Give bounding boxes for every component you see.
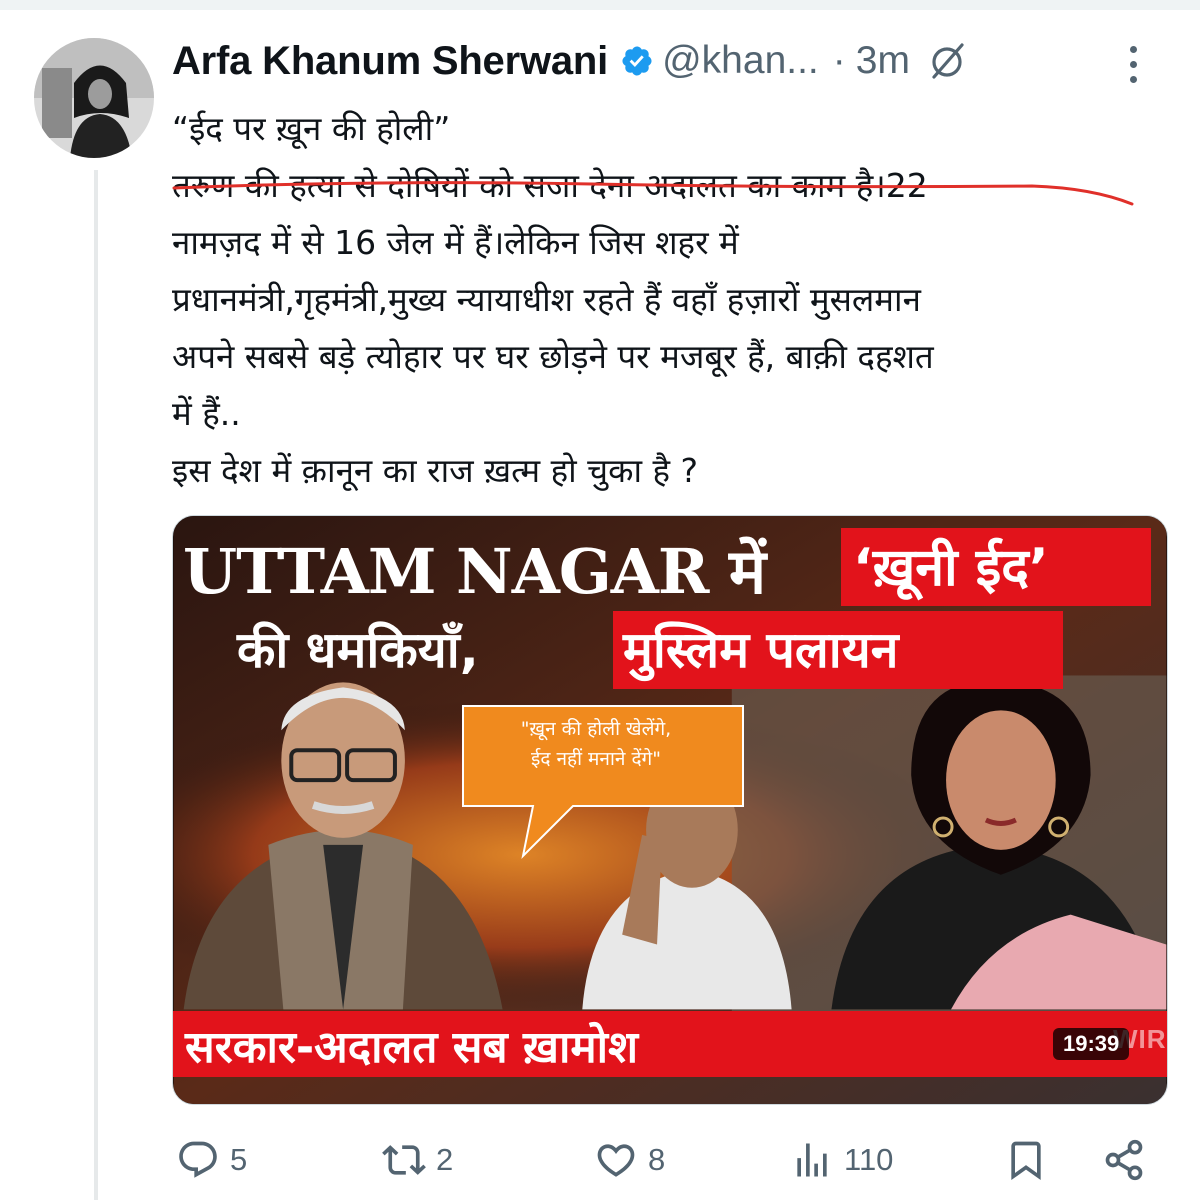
avatar-image — [34, 38, 154, 158]
video-thumbnail[interactable]: UTTAM NAGAR में ‘ख़ूनी ईद’ की धमकियाँ, म… — [172, 515, 1168, 1105]
tweet-line-4: प्रधानमंत्री,गृहमंत्री,मुख्य न्यायाधीश र… — [172, 280, 921, 319]
author-handle[interactable]: @khan... — [662, 39, 819, 83]
headline-line2-red: मुस्लिम पलायन — [623, 621, 899, 679]
views-icon — [790, 1138, 834, 1182]
thread-connector-line — [94, 170, 98, 1200]
repost-button[interactable]: 2 — [382, 1138, 453, 1182]
views-count: 110 — [844, 1142, 894, 1177]
tweet-line-7: इस देश में क़ानून का राज ख़त्म हो चुका ह… — [172, 451, 699, 490]
tweet-line-3: नामज़द में से 16 जेल में हैं।लेकिन जिस श… — [172, 223, 739, 262]
like-icon — [594, 1138, 638, 1182]
tweet-line-5: अपने सबसे बड़े त्योहार पर घर छोड़ने पर म… — [172, 337, 934, 376]
like-button[interactable]: 8 — [594, 1138, 665, 1182]
action-bar: 5 2 8 110 — [172, 1138, 1162, 1188]
headline-line1-white: UTTAM NAGAR में — [183, 535, 766, 608]
headline-line2-white: की धमकियाँ, — [237, 621, 479, 679]
tweet-text: “ईद पर ख़ून की होली” तरुण की हत्या से दो… — [172, 100, 1162, 499]
share-icon — [1102, 1138, 1146, 1182]
reply-button[interactable]: 5 — [176, 1138, 247, 1182]
reply-icon — [176, 1138, 220, 1182]
bottom-banner-text: सरकार-अदालत सब ख़ामोश — [185, 1022, 638, 1073]
repost-count: 2 — [436, 1142, 454, 1177]
headline-line1-red: ‘ख़ूनी ईद’ — [853, 538, 1049, 598]
grok-icon[interactable] — [928, 41, 968, 81]
avatar[interactable] — [34, 38, 154, 158]
share-button[interactable] — [1102, 1138, 1146, 1182]
views-button[interactable]: 110 — [790, 1138, 893, 1182]
tweet-line-1: “ईद पर ख़ून की होली” — [172, 109, 451, 148]
speech-bubble-text-content: "ख़ून की होली खेलेंगे, ईद नहीं मनाने दें… — [520, 718, 672, 770]
bookmark-button[interactable] — [1004, 1138, 1048, 1182]
tweet-line-6: में हैं.. — [172, 394, 241, 433]
video-duration: 19:39 — [1053, 1028, 1130, 1060]
top-divider — [0, 0, 1200, 10]
more-icon[interactable] — [1130, 46, 1137, 83]
bottom-banner: सरकार-अदालत सब ख़ामोश — [173, 1011, 1167, 1077]
verified-badge-icon — [620, 44, 654, 78]
speech-bubble-text: "ख़ून की होली खेलेंगे, ईद नहीं मनाने दें… — [471, 714, 721, 774]
bookmark-icon — [1004, 1138, 1048, 1182]
author-name[interactable]: Arfa Khanum Sherwani — [172, 39, 608, 84]
separator-dot: · — [832, 39, 846, 82]
timestamp[interactable]: 3m — [856, 39, 910, 83]
reply-count: 5 — [230, 1142, 248, 1177]
red-annotation-underline — [172, 181, 1134, 206]
repost-icon — [382, 1138, 426, 1182]
like-count: 8 — [648, 1142, 666, 1177]
tweet-header: Arfa Khanum Sherwani @khan... · 3m — [172, 30, 1172, 92]
